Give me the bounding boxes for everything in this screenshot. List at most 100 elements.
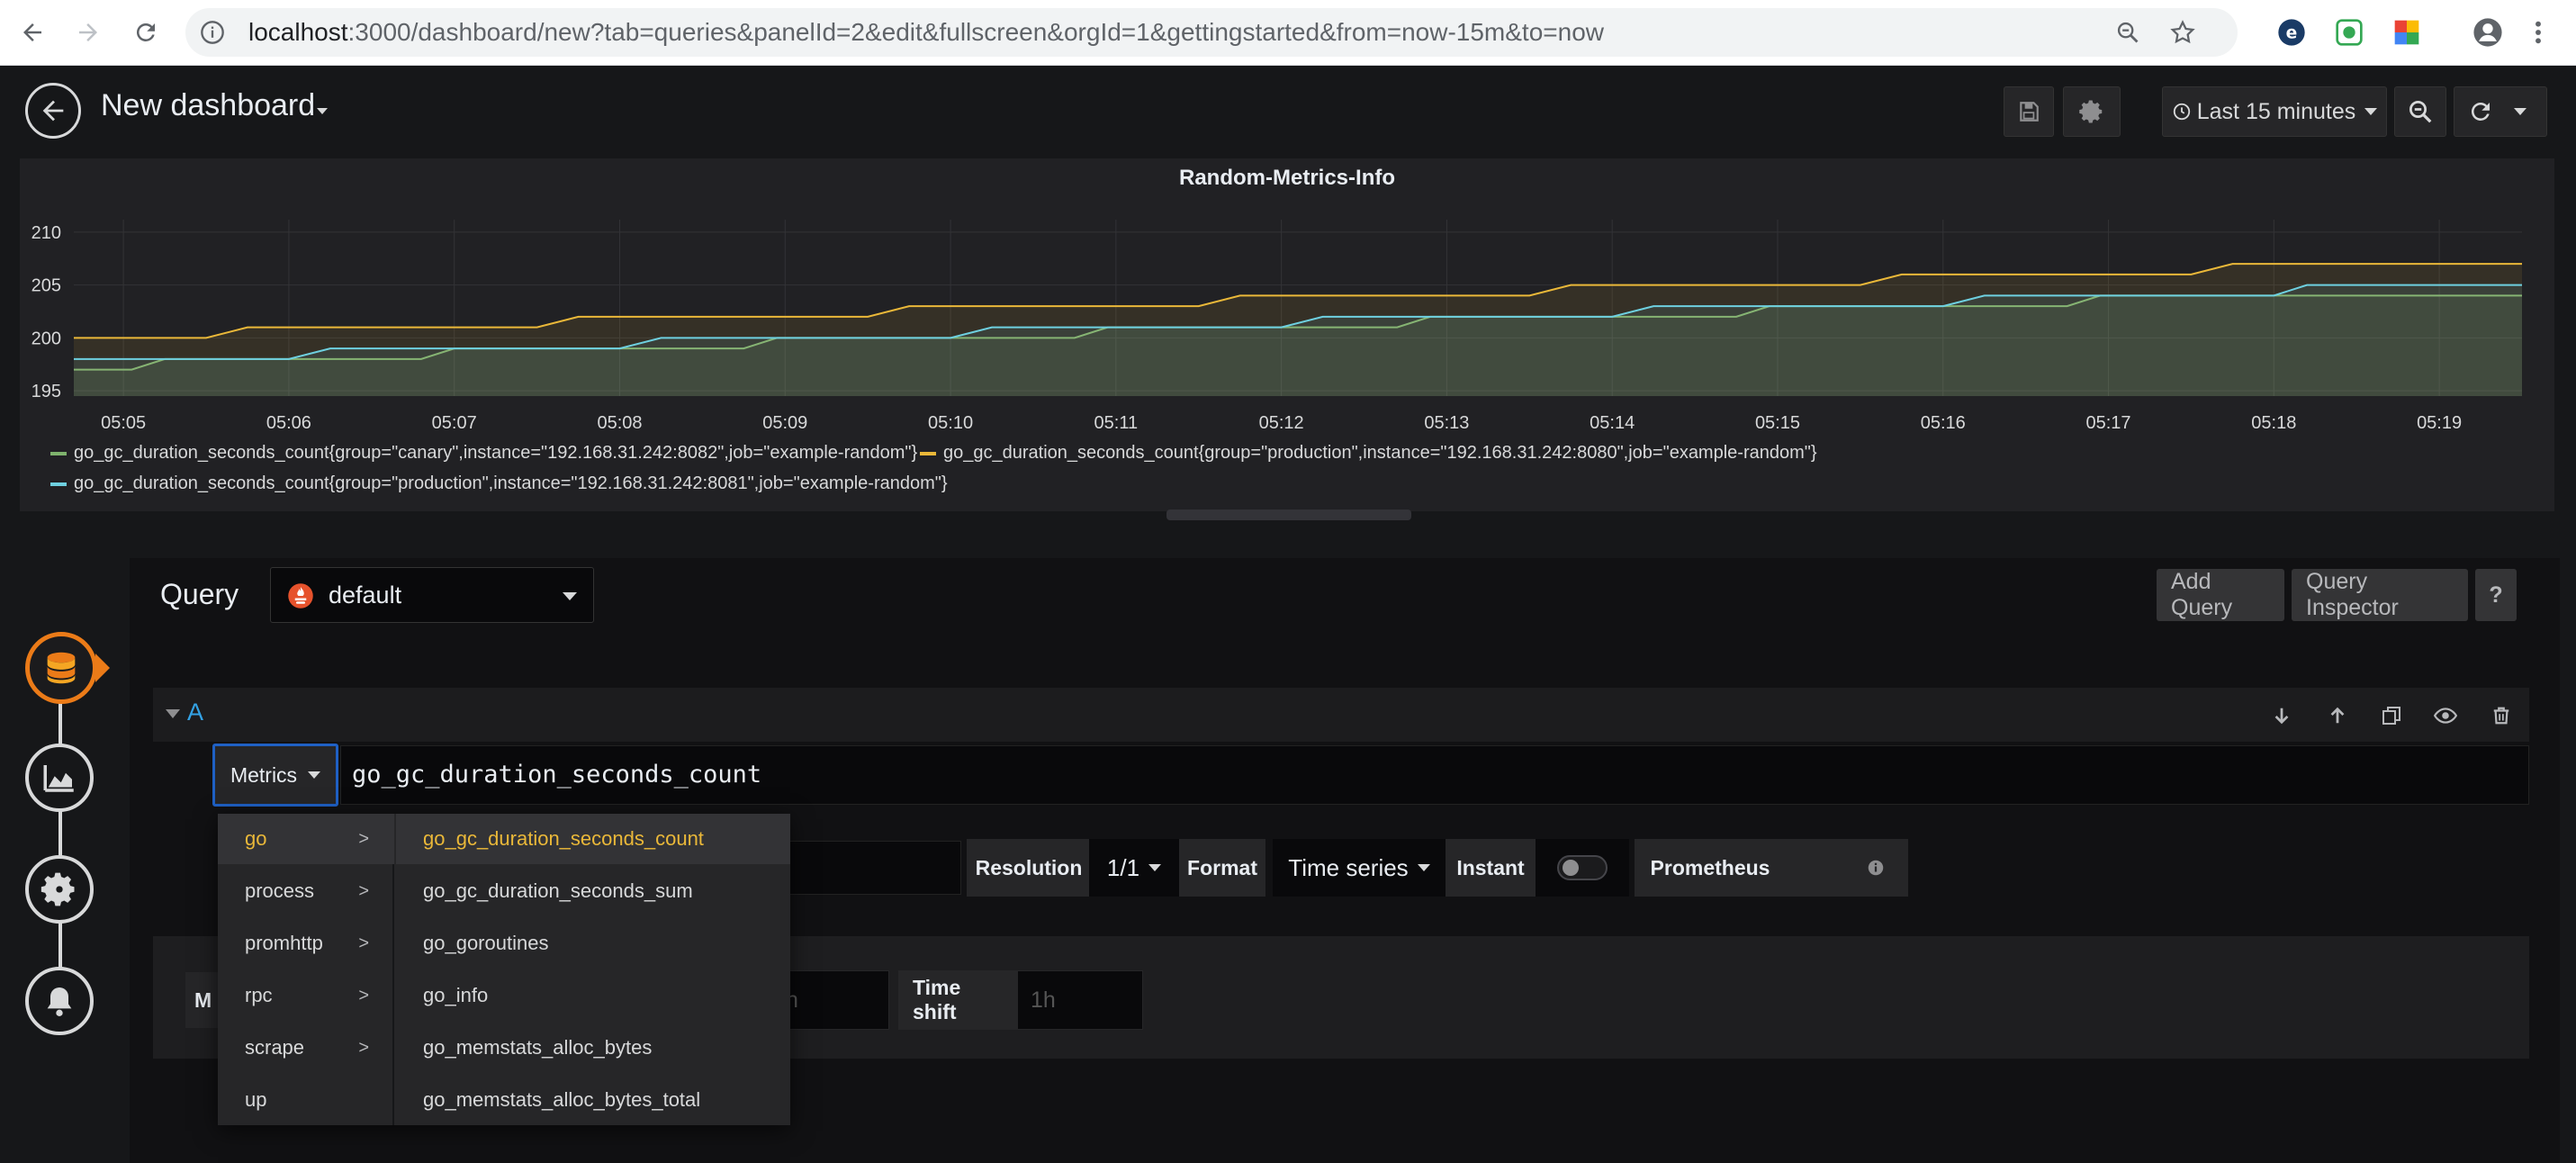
- datasource-select[interactable]: default: [270, 567, 594, 623]
- panel-title[interactable]: Random-Metrics-Info: [20, 166, 2554, 191]
- address-bar[interactable]: localhost:3000/dashboard/new?tab=queries…: [185, 8, 2238, 57]
- resolution-label: Resolution: [967, 839, 1091, 897]
- toggle-switch[interactable]: [1557, 855, 1608, 880]
- prometheus-link[interactable]: Prometheus: [1635, 839, 1780, 897]
- category-up[interactable]: up: [218, 1075, 394, 1125]
- query-inspector-button[interactable]: Query Inspector: [2292, 569, 2468, 621]
- refresh-button[interactable]: [2454, 86, 2547, 137]
- zoom-icon[interactable]: [2115, 20, 2140, 50]
- profile-avatar-icon[interactable]: [2470, 14, 2506, 50]
- y-tick-label: 195: [32, 382, 61, 401]
- metrics-button[interactable]: Metrics: [212, 744, 338, 807]
- info-tooltip[interactable]: [1780, 839, 1908, 897]
- resolution-select[interactable]: 1/1: [1089, 839, 1179, 897]
- instant-toggle[interactable]: [1536, 839, 1629, 897]
- x-tick-label: 05:07: [432, 413, 477, 433]
- move-down-icon[interactable]: [2268, 702, 2295, 729]
- save-dashboard-button[interactable]: [2004, 86, 2054, 137]
- x-tick-label: 05:08: [597, 413, 642, 433]
- metric-option[interactable]: go_gc_duration_seconds_sum: [396, 866, 790, 916]
- legend-label: go_gc_duration_seconds_count{group="prod…: [74, 473, 948, 493]
- metric-option[interactable]: go_goroutines: [396, 918, 790, 969]
- caret-down-icon[interactable]: [166, 709, 180, 718]
- help-button[interactable]: ?: [2475, 569, 2517, 621]
- browser-reload-button[interactable]: [128, 14, 164, 50]
- time-shift-input[interactable]: 1h: [1017, 970, 1143, 1030]
- query-row-a-header[interactable]: A: [153, 688, 2529, 742]
- chevron-right-icon: >: [358, 933, 369, 953]
- dashboard-title[interactable]: New dashboard: [101, 88, 315, 123]
- chevron-right-icon: >: [358, 1037, 369, 1058]
- format-select[interactable]: Time series: [1273, 839, 1446, 897]
- y-tick-label: 205: [32, 276, 61, 296]
- legend-item-production-8081[interactable]: go_gc_duration_seconds_count{group="prod…: [50, 473, 948, 494]
- relative-time-input[interactable]: h: [774, 970, 889, 1030]
- caret-down-icon[interactable]: [2514, 108, 2526, 115]
- min-interval-label: M: [185, 972, 221, 1028]
- step-visualization[interactable]: [25, 744, 94, 812]
- browser-menu-icon[interactable]: [2520, 14, 2556, 50]
- legend-format-input[interactable]: [776, 841, 961, 895]
- metric-option[interactable]: go_memstats_alloc_bytes: [396, 1023, 790, 1073]
- metric-option[interactable]: go_info: [396, 970, 790, 1021]
- metric-option[interactable]: go_memstats_alloc_bytes_total: [396, 1075, 790, 1125]
- zoom-out-button[interactable]: [2394, 86, 2446, 137]
- x-tick-label: 05:15: [1755, 413, 1800, 433]
- panel-resize-handle[interactable]: [1166, 509, 1411, 520]
- extension-g-icon[interactable]: e: [2274, 14, 2310, 50]
- browser-back-button[interactable]: [14, 14, 50, 50]
- query-heading: Query: [160, 578, 239, 610]
- extension-color-icon[interactable]: [2389, 14, 2425, 50]
- caret-down-icon[interactable]: [317, 108, 328, 114]
- arrow-left-icon: [42, 100, 64, 122]
- step-general[interactable]: [25, 855, 94, 924]
- zoom-out-icon: [2409, 101, 2432, 123]
- toggle-knob: [1563, 860, 1579, 876]
- step-queries[interactable]: [25, 632, 97, 704]
- caret-down-icon: [1148, 864, 1162, 871]
- eye-icon[interactable]: [2432, 702, 2459, 729]
- category-label: up: [245, 1088, 267, 1111]
- query-ref-id[interactable]: A: [187, 699, 203, 726]
- browser-toolbar: localhost:3000/dashboard/new?tab=queries…: [0, 0, 2576, 66]
- metric-option[interactable]: go_gc_duration_seconds_count: [396, 814, 790, 864]
- metrics-label: Metrics: [230, 762, 298, 787]
- category-process[interactable]: process >: [218, 866, 394, 916]
- x-tick-label: 05:19: [2417, 413, 2462, 433]
- time-range-picker[interactable]: Last 15 minutes: [2162, 86, 2387, 137]
- format-label: Format: [1179, 839, 1265, 897]
- category-promhttp[interactable]: promhttp >: [218, 918, 394, 969]
- x-tick-label: 05:14: [1590, 413, 1635, 433]
- arrow-left-icon: [23, 23, 41, 41]
- duplicate-icon[interactable]: [2378, 702, 2405, 729]
- info-icon[interactable]: [200, 20, 225, 50]
- promql-expression-input[interactable]: go_gc_duration_seconds_count: [340, 745, 2529, 805]
- add-query-button[interactable]: Add Query: [2157, 569, 2284, 621]
- legend-swatch: [50, 451, 67, 455]
- category-go[interactable]: go >: [218, 814, 394, 864]
- move-up-icon[interactable]: [2324, 702, 2351, 729]
- browser-forward-button[interactable]: [70, 14, 106, 50]
- area-chart-icon: [43, 765, 74, 792]
- dashboard-back-button[interactable]: [25, 83, 81, 139]
- time-shift-label: Time shift: [898, 970, 1017, 1030]
- resolution-value: 1/1: [1106, 853, 1140, 881]
- extension-leaf-icon[interactable]: [2331, 14, 2367, 50]
- x-tick-label: 05:05: [101, 413, 146, 433]
- prometheus-link-label: Prometheus: [1650, 855, 1770, 879]
- url-host: localhost: [248, 18, 348, 46]
- legend-item-canary[interactable]: go_gc_duration_seconds_count{group="cana…: [50, 443, 917, 464]
- x-tick-label: 05:09: [762, 413, 807, 433]
- time-range-label: Last 15 minutes: [2196, 98, 2356, 124]
- category-scrape[interactable]: scrape >: [218, 1023, 394, 1073]
- legend-item-production-8080[interactable]: go_gc_duration_seconds_count{group="prod…: [920, 443, 1817, 464]
- step-alert[interactable]: [25, 967, 94, 1035]
- bookmark-star-icon[interactable]: [2169, 19, 2196, 50]
- clock-icon: [2173, 103, 2190, 121]
- x-tick-label: 05:17: [2086, 413, 2131, 433]
- category-rpc[interactable]: rpc >: [218, 970, 394, 1021]
- url-path: :3000/dashboard/new?tab=queries&panelId=…: [347, 18, 1605, 46]
- dashboard-settings-button[interactable]: [2063, 86, 2121, 137]
- info-circle-icon[interactable]: [1868, 860, 1884, 876]
- trash-icon[interactable]: [2488, 702, 2515, 729]
